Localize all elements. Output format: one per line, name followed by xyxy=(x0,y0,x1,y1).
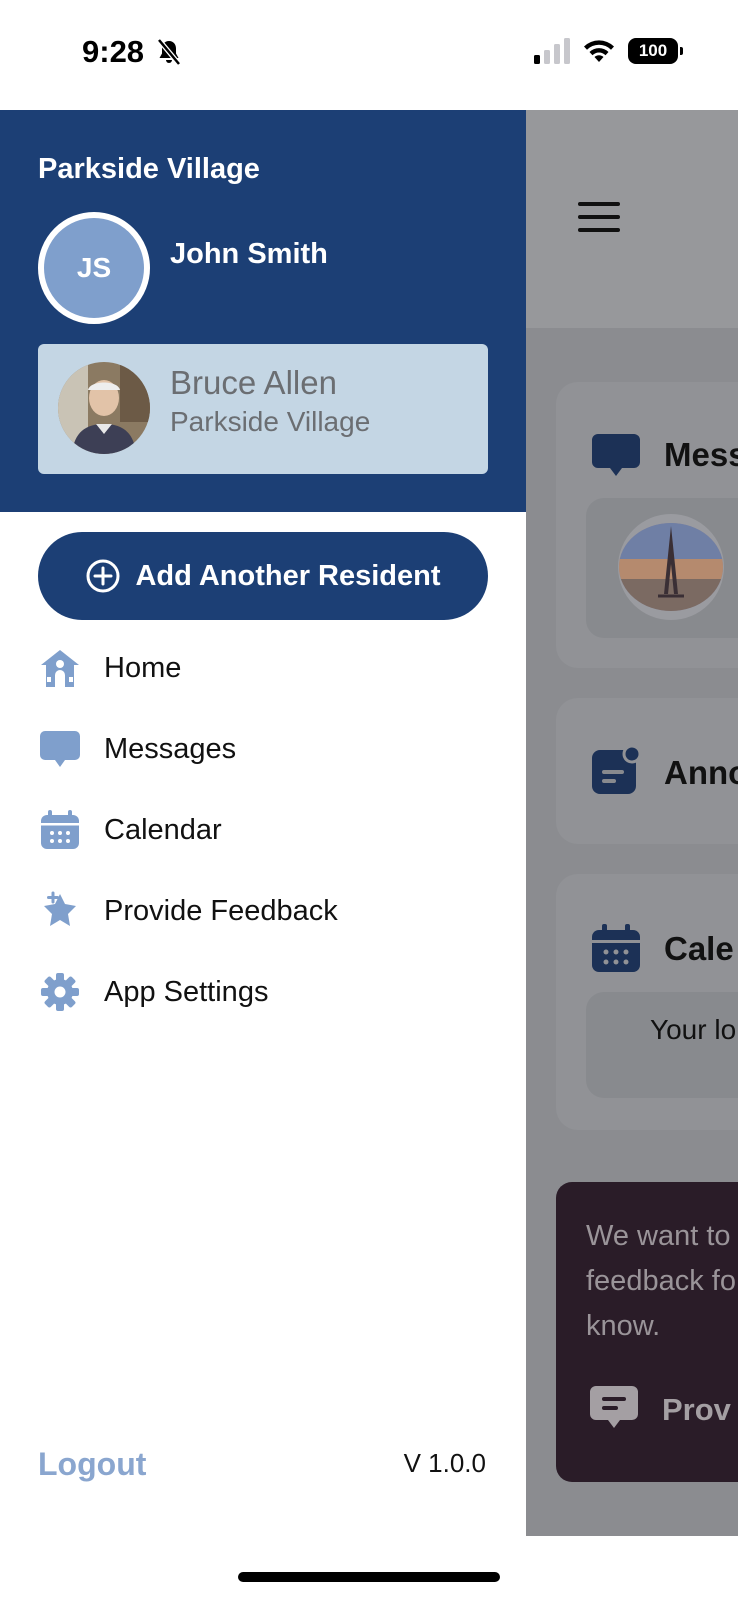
message-bubble-icon xyxy=(38,727,82,771)
menu-item-label: Provide Feedback xyxy=(104,894,338,927)
feedback-star-icon xyxy=(38,889,82,933)
feedback-chat-icon xyxy=(588,1382,640,1439)
plus-circle-icon xyxy=(86,559,120,593)
cellular-signal-icon xyxy=(534,38,570,64)
navigation-drawer: Parkside Village JS John Smith Bruce All… xyxy=(0,110,526,1536)
home-indicator[interactable] xyxy=(238,1572,500,1582)
message-bubble-icon xyxy=(590,430,642,487)
resident-card[interactable]: Bruce Allen Parkside Village xyxy=(38,344,488,474)
user-name: John Smith xyxy=(170,238,328,270)
avatar xyxy=(618,514,724,620)
calendar-card[interactable]: Cale Your lo xyxy=(556,874,738,1130)
battery-level: 100 xyxy=(638,41,668,60)
community-name: Parkside Village xyxy=(38,153,260,185)
feedback-text: We want to feedback fo know. xyxy=(586,1220,736,1342)
hamburger-menu-icon[interactable] xyxy=(578,202,620,241)
card-title: Anno xyxy=(664,754,738,791)
message-preview[interactable] xyxy=(586,498,738,638)
gear-icon xyxy=(38,970,82,1014)
menu-item-feedback[interactable]: Provide Feedback xyxy=(38,881,338,941)
announcement-icon xyxy=(590,744,642,803)
avatar[interactable]: JS xyxy=(38,212,150,324)
drawer-header: Parkside Village JS John Smith Bruce All… xyxy=(0,110,526,512)
feedback-button-label[interactable]: Prov xyxy=(662,1392,731,1428)
announcements-card[interactable]: Anno xyxy=(556,698,738,844)
wifi-icon xyxy=(584,40,614,62)
menu-item-label: Messages xyxy=(104,732,237,765)
home-icon xyxy=(38,646,82,690)
status-bar: 9:28 100 xyxy=(0,0,738,110)
eiffel-tower-image xyxy=(619,523,723,611)
calendar-empty-text: Your lo xyxy=(650,1014,737,1045)
resident-community: Parkside Village xyxy=(170,406,371,437)
resident-photo xyxy=(58,362,150,454)
feedback-banner[interactable]: We want to feedback fo know. Prov xyxy=(556,1182,738,1482)
menu-item-calendar[interactable]: Calendar xyxy=(38,800,222,860)
calendar-icon xyxy=(590,922,642,979)
resident-name: Bruce Allen xyxy=(170,364,337,401)
messages-card[interactable]: Mess xyxy=(556,382,738,668)
add-resident-label: Add Another Resident xyxy=(135,559,441,592)
bell-muted-icon xyxy=(156,38,182,71)
menu-item-label: Home xyxy=(104,651,182,684)
calendar-empty-state: Your lo xyxy=(586,992,738,1098)
status-time: 9:28 xyxy=(82,34,145,69)
menu-item-home[interactable]: Home xyxy=(38,638,181,698)
background-header xyxy=(526,110,738,328)
card-title: Mess xyxy=(664,436,738,473)
menu-item-label: Calendar xyxy=(104,813,222,846)
background-app-overlay[interactable]: Mess Ann Cale Your lo We want to feedbac… xyxy=(526,110,738,1536)
menu-item-app-settings[interactable]: App Settings xyxy=(38,962,268,1022)
calendar-icon xyxy=(38,808,82,852)
card-title: Cale xyxy=(664,930,734,967)
add-resident-button[interactable]: Add Another Resident xyxy=(38,532,488,620)
app-version: V 1.0.0 xyxy=(403,1448,486,1478)
battery-icon: 100 xyxy=(628,38,683,64)
menu-item-messages[interactable]: Messages xyxy=(38,719,236,779)
logout-link[interactable]: Logout xyxy=(38,1446,146,1483)
avatar-initials: JS xyxy=(76,252,112,283)
menu-item-label: App Settings xyxy=(104,975,269,1008)
